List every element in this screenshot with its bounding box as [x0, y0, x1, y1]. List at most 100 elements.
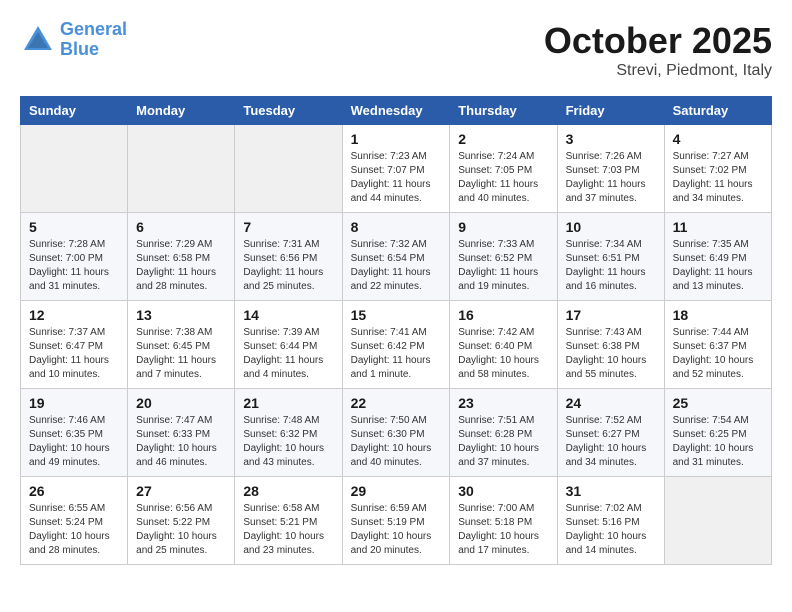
day-info: Sunrise: 6:56 AMSunset: 5:22 PMDaylight:… — [136, 502, 226, 558]
day-number: 21 — [243, 395, 333, 411]
day-info: Sunrise: 7:31 AMSunset: 6:56 PMDaylight:… — [243, 238, 333, 294]
day-number: 29 — [351, 483, 442, 499]
day-cell — [235, 125, 342, 213]
day-cell: 17 Sunrise: 7:43 AMSunset: 6:38 PMDayligh… — [557, 301, 664, 389]
day-cell: 6 Sunrise: 7:29 AMSunset: 6:58 PMDaylight… — [128, 213, 235, 301]
weekday-header-sunday: Sunday — [21, 97, 128, 125]
day-number: 22 — [351, 395, 442, 411]
day-info: Sunrise: 7:26 AMSunset: 7:03 PMDaylight:… — [566, 150, 656, 206]
day-cell: 18 Sunrise: 7:44 AMSunset: 6:37 PMDayligh… — [664, 301, 771, 389]
day-number: 25 — [673, 395, 763, 411]
day-cell: 10Sunrise: 7:34 AMSunset: 6:51 PMDayligh… — [557, 213, 664, 301]
day-info: Sunrise: 7:37 AMSunset: 6:47 PMDaylight:… — [29, 326, 119, 382]
day-cell: 2 Sunrise: 7:24 AMSunset: 7:05 PMDaylight… — [450, 125, 557, 213]
day-number: 18 — [673, 307, 763, 323]
day-number: 10 — [566, 219, 656, 235]
page-header: General Blue October 2025 Strevi, Piedmo… — [20, 20, 772, 80]
day-number: 7 — [243, 219, 333, 235]
weekday-header-tuesday: Tuesday — [235, 97, 342, 125]
day-info: Sunrise: 7:42 AMSunset: 6:40 PMDaylight:… — [458, 326, 548, 382]
day-number: 14 — [243, 307, 333, 323]
day-number: 24 — [566, 395, 656, 411]
day-number: 13 — [136, 307, 226, 323]
day-number: 17 — [566, 307, 656, 323]
day-info: Sunrise: 7:33 AMSunset: 6:52 PMDaylight:… — [458, 238, 548, 294]
calendar-table: SundayMondayTuesdayWednesdayThursdayFrid… — [20, 96, 772, 565]
weekday-header-friday: Friday — [557, 97, 664, 125]
day-info: Sunrise: 6:55 AMSunset: 5:24 PMDaylight:… — [29, 502, 119, 558]
day-info: Sunrise: 7:39 AMSunset: 6:44 PMDaylight:… — [243, 326, 333, 382]
weekday-header-row: SundayMondayTuesdayWednesdayThursdayFrid… — [21, 97, 772, 125]
month-title: October 2025 — [544, 20, 772, 62]
day-number: 19 — [29, 395, 119, 411]
day-info: Sunrise: 7:51 AMSunset: 6:28 PMDaylight:… — [458, 414, 548, 470]
day-cell: 4Sunrise: 7:27 AMSunset: 7:02 PMDaylight… — [664, 125, 771, 213]
day-number: 16 — [458, 307, 548, 323]
day-number: 31 — [566, 483, 656, 499]
logo-icon — [20, 22, 56, 58]
weekday-header-thursday: Thursday — [450, 97, 557, 125]
day-cell — [128, 125, 235, 213]
day-cell — [21, 125, 128, 213]
week-row-2: 5Sunrise: 7:28 AMSunset: 7:00 PMDaylight… — [21, 213, 772, 301]
day-number: 11 — [673, 219, 763, 235]
day-cell: 27Sunrise: 6:56 AMSunset: 5:22 PMDayligh… — [128, 477, 235, 565]
day-info: Sunrise: 7:52 AMSunset: 6:27 PMDaylight:… — [566, 414, 656, 470]
day-info: Sunrise: 7:32 AMSunset: 6:54 PMDaylight:… — [351, 238, 442, 294]
day-cell: 8 Sunrise: 7:32 AMSunset: 6:54 PMDaylight… — [342, 213, 450, 301]
day-cell: 1Sunrise: 7:23 AMSunset: 7:07 PMDaylight… — [342, 125, 450, 213]
day-number: 9 — [458, 219, 548, 235]
day-info: Sunrise: 6:58 AMSunset: 5:21 PMDaylight:… — [243, 502, 333, 558]
day-info: Sunrise: 7:29 AMSunset: 6:58 PMDaylight:… — [136, 238, 226, 294]
day-cell: 29 Sunrise: 6:59 AMSunset: 5:19 PMDayligh… — [342, 477, 450, 565]
day-number: 12 — [29, 307, 119, 323]
day-info: Sunrise: 7:23 AMSunset: 7:07 PMDaylight:… — [351, 150, 442, 206]
day-cell: 28Sunrise: 6:58 AMSunset: 5:21 PMDayligh… — [235, 477, 342, 565]
week-row-1: 1Sunrise: 7:23 AMSunset: 7:07 PMDaylight… — [21, 125, 772, 213]
day-cell: 22 Sunrise: 7:50 AMSunset: 6:30 PMDayligh… — [342, 389, 450, 477]
day-cell: 14 Sunrise: 7:39 AMSunset: 6:44 PMDayligh… — [235, 301, 342, 389]
day-number: 30 — [458, 483, 548, 499]
day-cell: 15Sunrise: 7:41 AMSunset: 6:42 PMDayligh… — [342, 301, 450, 389]
day-info: Sunrise: 7:46 AMSunset: 6:35 PMDaylight:… — [29, 414, 119, 470]
day-cell: 12 Sunrise: 7:37 AMSunset: 6:47 PMDayligh… — [21, 301, 128, 389]
day-info: Sunrise: 7:28 AMSunset: 7:00 PMDaylight:… — [29, 238, 119, 294]
week-row-5: 26Sunrise: 6:55 AMSunset: 5:24 PMDayligh… — [21, 477, 772, 565]
logo-text: General Blue — [60, 20, 127, 60]
day-cell: 9 Sunrise: 7:33 AMSunset: 6:52 PMDaylight… — [450, 213, 557, 301]
day-number: 8 — [351, 219, 442, 235]
day-cell: 20 Sunrise: 7:47 AMSunset: 6:33 PMDayligh… — [128, 389, 235, 477]
day-cell: 31 Sunrise: 7:02 AMSunset: 5:16 PMDayligh… — [557, 477, 664, 565]
day-number: 6 — [136, 219, 226, 235]
day-cell: 23 Sunrise: 7:51 AMSunset: 6:28 PMDayligh… — [450, 389, 557, 477]
logo: General Blue — [20, 20, 127, 60]
day-cell: 7 Sunrise: 7:31 AMSunset: 6:56 PMDaylight… — [235, 213, 342, 301]
day-info: Sunrise: 7:50 AMSunset: 6:30 PMDaylight:… — [351, 414, 442, 470]
day-info: Sunrise: 7:27 AMSunset: 7:02 PMDaylight:… — [673, 150, 763, 206]
weekday-header-saturday: Saturday — [664, 97, 771, 125]
day-cell: 30 Sunrise: 7:00 AMSunset: 5:18 PMDayligh… — [450, 477, 557, 565]
day-info: Sunrise: 7:47 AMSunset: 6:33 PMDaylight:… — [136, 414, 226, 470]
day-cell: 21Sunrise: 7:48 AMSunset: 6:32 PMDayligh… — [235, 389, 342, 477]
day-cell: 16 Sunrise: 7:42 AMSunset: 6:40 PMDayligh… — [450, 301, 557, 389]
day-info: Sunrise: 7:24 AMSunset: 7:05 PMDaylight:… — [458, 150, 548, 206]
day-info: Sunrise: 7:38 AMSunset: 6:45 PMDaylight:… — [136, 326, 226, 382]
day-cell: 5Sunrise: 7:28 AMSunset: 7:00 PMDaylight… — [21, 213, 128, 301]
day-info: Sunrise: 7:44 AMSunset: 6:37 PMDaylight:… — [673, 326, 763, 382]
day-cell: 13 Sunrise: 7:38 AMSunset: 6:45 PMDayligh… — [128, 301, 235, 389]
day-info: Sunrise: 7:43 AMSunset: 6:38 PMDaylight:… — [566, 326, 656, 382]
week-row-4: 19 Sunrise: 7:46 AMSunset: 6:35 PMDayligh… — [21, 389, 772, 477]
day-info: Sunrise: 7:00 AMSunset: 5:18 PMDaylight:… — [458, 502, 548, 558]
day-cell: 25 Sunrise: 7:54 AMSunset: 6:25 PMDayligh… — [664, 389, 771, 477]
weekday-header-monday: Monday — [128, 97, 235, 125]
day-number: 20 — [136, 395, 226, 411]
day-cell: 24 Sunrise: 7:52 AMSunset: 6:27 PMDayligh… — [557, 389, 664, 477]
day-number: 2 — [458, 131, 548, 147]
title-block: October 2025 Strevi, Piedmont, Italy — [544, 20, 772, 80]
day-number: 23 — [458, 395, 548, 411]
day-info: Sunrise: 7:02 AMSunset: 5:16 PMDaylight:… — [566, 502, 656, 558]
day-info: Sunrise: 7:54 AMSunset: 6:25 PMDaylight:… — [673, 414, 763, 470]
day-info: Sunrise: 6:59 AMSunset: 5:19 PMDaylight:… — [351, 502, 442, 558]
day-cell: 11Sunrise: 7:35 AMSunset: 6:49 PMDayligh… — [664, 213, 771, 301]
day-number: 15 — [351, 307, 442, 323]
